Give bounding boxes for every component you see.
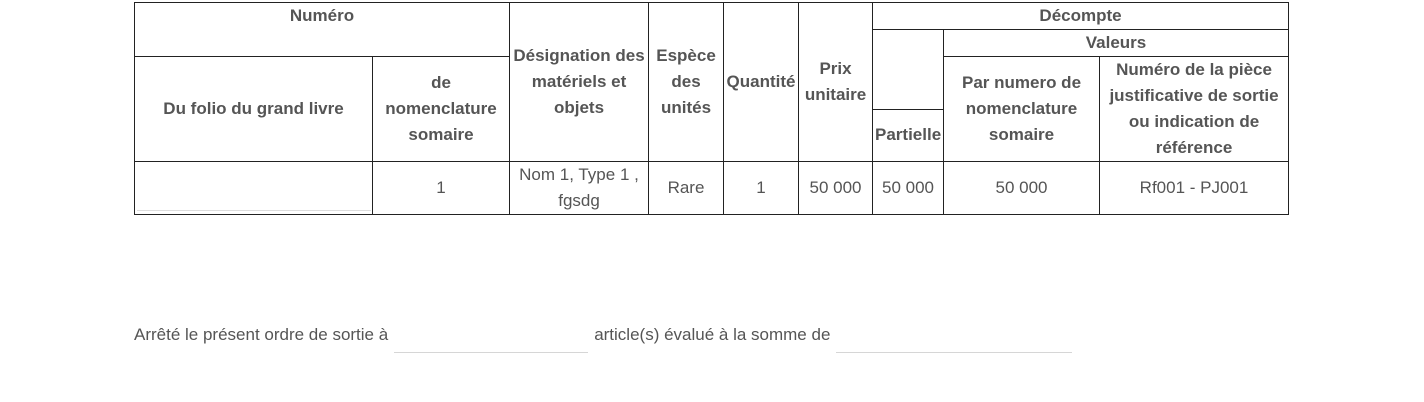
cell-piece: Rf001 - PJ001 xyxy=(1099,161,1290,215)
cell-partielle: 50 000 xyxy=(872,161,945,215)
folio-input[interactable] xyxy=(137,165,371,211)
footer-statement: Arrêté le présent ordre de sortie à arti… xyxy=(134,316,1078,353)
header-piece: Numéro de la pièce justificative de sort… xyxy=(1099,56,1290,162)
header-quantite: Quantité xyxy=(723,2,800,162)
cell-nomenclature: 1 xyxy=(371,161,511,215)
header-espece: Espèce des unités xyxy=(648,2,725,162)
header-decompte: Décompte xyxy=(872,2,1290,30)
page: Numéro Désignation des matériels et obje… xyxy=(0,0,1424,402)
cell-prix: 50 000 xyxy=(798,161,874,215)
header-decompte-empty xyxy=(872,29,945,110)
table-row: 1 Nom 1, Type 1 , fgsdg Rare 1 50 000 50… xyxy=(134,161,1290,215)
footer-text-2: article(s) évalué à la somme de xyxy=(594,324,831,344)
header-numero: Numéro xyxy=(133,2,511,57)
header-valeurs: Valeurs xyxy=(943,29,1290,57)
cell-quantite: 1 xyxy=(723,161,800,215)
header-designation: Désignation des matériels et objets xyxy=(509,2,650,162)
cell-designation: Nom 1, Type 1 , fgsdg xyxy=(509,161,650,215)
header-par-numero: Par numero de nomenclature somaire xyxy=(943,56,1101,162)
article-count-input[interactable] xyxy=(394,316,589,353)
footer-text-1: Arrêté le présent ordre de sortie à xyxy=(134,324,389,344)
cell-folio xyxy=(134,161,373,215)
total-amount-input[interactable] xyxy=(836,316,1073,353)
header-folio: Du folio du grand livre xyxy=(134,56,373,162)
header-nomenclature: de nomenclature somaire xyxy=(371,56,511,162)
header-partielle: Partielle xyxy=(872,108,945,162)
cell-espece: Rare xyxy=(648,161,725,215)
sortie-table: Numéro Désignation des matériels et obje… xyxy=(133,2,1290,215)
header-prix: Prix unitaire xyxy=(798,2,874,162)
cell-par-numero: 50 000 xyxy=(943,161,1101,215)
